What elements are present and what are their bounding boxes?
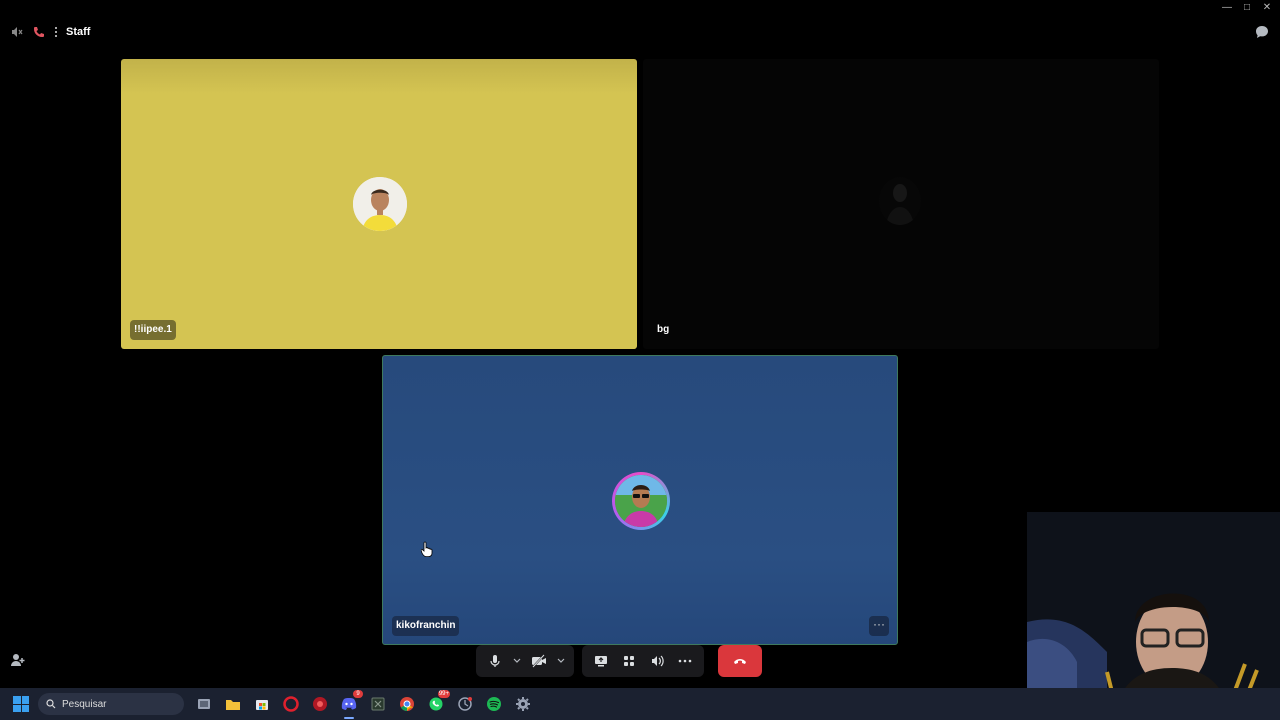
participant-name: kikofranchin [392, 616, 460, 636]
search-icon [46, 699, 56, 709]
discord-call-window: Staff — □ ✕ !!iipee.1 bg kikofranchin ··… [0, 0, 1280, 720]
extra-controls [582, 645, 704, 677]
avatar [879, 177, 921, 225]
opera-icon[interactable] [279, 692, 303, 716]
participant-name: bg [657, 324, 670, 335]
channel-header: Staff [10, 22, 90, 42]
speaker-icon[interactable] [10, 25, 24, 39]
excel-icon[interactable] [366, 692, 390, 716]
participant-name: !!iipee.1 [130, 320, 176, 340]
more-icon[interactable] [672, 648, 698, 674]
windows-start-icon[interactable] [13, 696, 29, 712]
spotify-icon[interactable] [482, 692, 506, 716]
search-placeholder: Pesquisar [62, 698, 107, 710]
minimize-icon[interactable]: — [1218, 0, 1236, 14]
camera-off-icon[interactable] [526, 648, 552, 674]
add-friend-icon[interactable] [10, 652, 28, 670]
soundboard-icon[interactable] [644, 648, 670, 674]
avatar [612, 472, 670, 530]
window-controls: — □ ✕ [1218, 0, 1276, 14]
tile-more-button[interactable]: ··· [869, 616, 889, 636]
chrome-icon[interactable] [395, 692, 419, 716]
voice-channel-icon [54, 25, 58, 39]
maximize-icon[interactable]: □ [1238, 0, 1256, 14]
chevron-down-icon[interactable] [510, 648, 524, 674]
discord-badge: 9 [353, 690, 363, 698]
participant-tile[interactable]: !!iipee.1 [121, 59, 637, 349]
screen-share-icon[interactable] [588, 648, 614, 674]
participant-tile[interactable]: bg [643, 59, 1159, 349]
close-icon[interactable]: ✕ [1258, 0, 1276, 14]
avatar [353, 177, 407, 231]
call-controls [476, 645, 762, 677]
settings-icon[interactable] [511, 692, 535, 716]
activities-icon[interactable] [616, 648, 642, 674]
microsoft-store-icon[interactable] [250, 692, 274, 716]
end-call-button[interactable] [718, 645, 762, 677]
record-icon[interactable] [308, 692, 332, 716]
av-controls [476, 645, 574, 677]
chevron-down-icon[interactable] [554, 648, 568, 674]
task-view-icon[interactable] [192, 692, 216, 716]
whatsapp-icon[interactable]: 99+ [424, 690, 450, 716]
windows-taskbar: Pesquisar 9 99+ [0, 688, 1280, 720]
whatsapp-badge: 99+ [437, 690, 450, 698]
chat-icon[interactable] [1254, 24, 1270, 40]
hand-cursor-icon [420, 541, 433, 558]
app-icon[interactable] [453, 692, 477, 716]
participant-tile[interactable]: kikofranchin ··· [382, 355, 898, 645]
title-bar: Staff — □ ✕ [0, 0, 1280, 60]
discord-icon[interactable]: 9 [337, 690, 363, 719]
microphone-icon[interactable] [482, 648, 508, 674]
taskbar-apps: 9 99+ [192, 690, 535, 719]
active-indicator [344, 717, 354, 719]
channel-name: Staff [66, 26, 91, 38]
phone-icon[interactable] [32, 25, 46, 39]
file-explorer-icon[interactable] [221, 692, 245, 716]
end-call-icon [734, 659, 746, 664]
taskbar-search[interactable]: Pesquisar [38, 693, 184, 715]
